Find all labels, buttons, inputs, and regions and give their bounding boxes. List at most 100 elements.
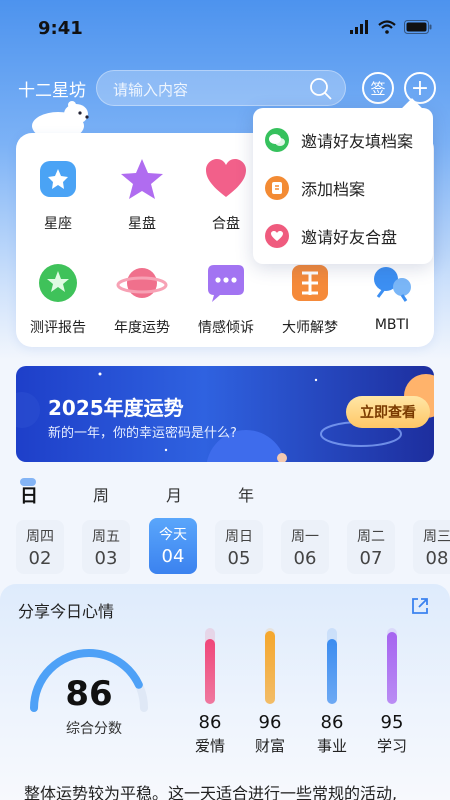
bar-name: 爱情 <box>194 737 225 755</box>
day-item[interactable]: 周二 07 <box>347 520 395 574</box>
day-date: 04 <box>161 546 185 567</box>
bar-fill <box>387 631 397 704</box>
day-item[interactable]: 周三 08 <box>413 520 450 574</box>
add-button[interactable]: + <box>404 72 436 104</box>
add-dropdown-menu: 邀请好友填档案 添加档案 邀请好友合盘 <box>253 108 433 264</box>
chat-bubble-icon <box>208 265 244 302</box>
daily-mood-panel: 分享今日心情 86 综合分数 86 爱情 96 财富 86 事业 95 学习 整… <box>0 584 450 800</box>
day-weekday: 周五 <box>92 529 120 545</box>
battery-icon <box>404 20 432 34</box>
bar-value: 86 <box>198 712 222 733</box>
score-study: 95 学习 <box>372 628 412 756</box>
bar-name: 财富 <box>254 737 285 755</box>
tab-year[interactable]: 年 <box>238 482 254 506</box>
mood-title: 分享今日心情 <box>18 602 115 621</box>
banner-subtitle: 新的一年，你的幸运密码是什么? <box>48 426 237 441</box>
day-date: 07 <box>359 548 383 569</box>
day-weekday: 周日 <box>225 529 253 545</box>
func-dream[interactable]: 大师解梦 <box>268 257 352 337</box>
day-weekday: 周一 <box>291 529 319 545</box>
day-date: 02 <box>28 548 52 569</box>
func-report[interactable]: 测评报告 <box>16 257 100 337</box>
bar-track <box>205 628 215 704</box>
status-icons <box>350 20 432 34</box>
score-love: 86 爱情 <box>190 628 230 756</box>
star-circle-icon <box>39 264 77 302</box>
tab-month[interactable]: 月 <box>166 482 182 506</box>
people-icon <box>374 267 411 302</box>
bar-track <box>387 628 397 704</box>
star-badge-icon <box>40 161 76 197</box>
day-weekday: 周二 <box>357 529 385 545</box>
func-constellation[interactable]: 星座 <box>16 153 100 233</box>
day-weekday: 周三 <box>423 529 450 545</box>
func-label: 星盘 <box>128 216 156 232</box>
day-weekday: 周四 <box>26 529 54 545</box>
func-label: 星座 <box>44 216 72 232</box>
search-bar[interactable]: 请输入内容 <box>96 70 346 106</box>
dream-icon <box>292 265 328 301</box>
day-item[interactable]: 周日 05 <box>215 520 263 574</box>
view-now-button[interactable]: 立即查看 <box>346 396 430 428</box>
bar-value: 96 <box>258 712 282 733</box>
score-wealth: 96 财富 <box>250 628 290 756</box>
planet-icon <box>116 268 168 298</box>
menu-item-label: 邀请好友合盘 <box>301 228 398 247</box>
day-item[interactable]: 周五 03 <box>82 520 130 574</box>
day-weekday: 今天 <box>159 527 187 543</box>
file-icon <box>265 176 289 200</box>
day-date: 05 <box>227 548 251 569</box>
tab-week[interactable]: 周 <box>93 482 109 506</box>
day-date: 03 <box>94 548 118 569</box>
tab-day[interactable]: 日 <box>20 482 38 508</box>
score-career: 86 事业 <box>312 628 352 756</box>
fortune-summary: 整体运势较为平稳。这一天适合进行一些常规的活动, <box>24 784 398 800</box>
func-label: MBTI <box>374 317 410 333</box>
menu-item-add-profile[interactable]: 添加档案 <box>265 164 365 212</box>
bar-fill <box>205 638 215 704</box>
menu-item-label: 添加档案 <box>301 180 366 199</box>
func-label: 情感倾诉 <box>198 320 254 336</box>
heart-link-icon <box>265 224 289 248</box>
bar-fill <box>327 638 337 704</box>
bar-track <box>327 628 337 704</box>
func-label: 测评报告 <box>30 320 86 336</box>
bar-value: 95 <box>380 712 404 733</box>
bar-name: 事业 <box>316 737 347 755</box>
wechat-icon <box>265 128 289 152</box>
func-label: 年度运势 <box>114 320 170 336</box>
day-item[interactable]: 周一 06 <box>281 520 329 574</box>
status-bar: 9:41 <box>0 0 450 56</box>
bar-value: 86 <box>320 712 344 733</box>
check-in-button[interactable]: 签 <box>362 72 394 104</box>
share-icon[interactable] <box>410 596 430 616</box>
search-placeholder[interactable]: 请输入内容 <box>113 79 188 100</box>
banner-title: 2025年度运势 <box>48 396 184 420</box>
func-annual-fortune[interactable]: 年度运势 <box>100 257 184 337</box>
func-mbti[interactable]: MBTI <box>350 257 434 333</box>
annual-fortune-banner[interactable]: 2025年度运势 新的一年，你的幸运密码是什么? 立即查看 <box>16 366 434 462</box>
func-chart[interactable]: 星盘 <box>100 153 184 233</box>
signal-icon <box>350 20 368 34</box>
day-date: 06 <box>293 548 317 569</box>
overall-score: 86 <box>65 674 113 714</box>
wifi-icon <box>378 20 396 34</box>
day-item-today[interactable]: 今天 04 <box>149 518 197 574</box>
bar-fill <box>265 631 275 704</box>
star-icon <box>121 159 163 199</box>
bar-name: 学习 <box>376 737 407 755</box>
menu-item-label: 邀请好友填档案 <box>301 132 414 151</box>
period-tabs: 日 周 月 年 <box>0 478 450 508</box>
heart-icon <box>206 159 246 197</box>
menu-item-invite-synastry[interactable]: 邀请好友合盘 <box>265 212 397 260</box>
day-picker: 周四 02 周五 03 今天 04 周日 05 周一 06 周二 07 周三 0… <box>0 518 450 576</box>
status-time: 9:41 <box>38 18 83 39</box>
menu-item-invite-fill-profile[interactable]: 邀请好友填档案 <box>265 116 413 164</box>
day-date: 08 <box>425 548 449 569</box>
search-icon[interactable] <box>309 77 333 101</box>
func-label: 大师解梦 <box>282 320 338 336</box>
func-emotion-talk[interactable]: 情感倾诉 <box>184 257 268 337</box>
day-item[interactable]: 周四 02 <box>16 520 64 574</box>
overall-score-label: 综合分数 <box>66 721 122 737</box>
bar-track <box>265 628 275 704</box>
